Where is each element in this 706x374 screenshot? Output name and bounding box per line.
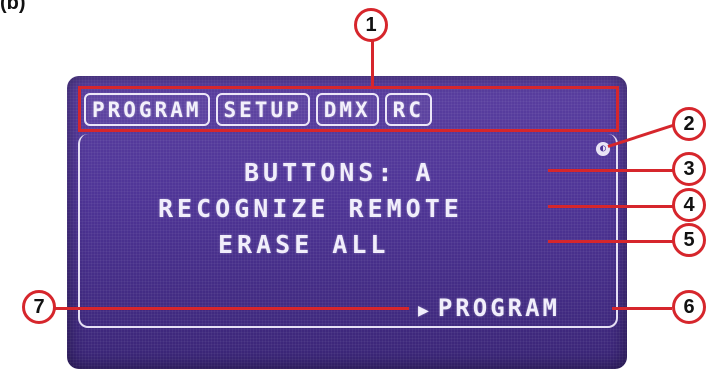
callout-5: 5 [672, 223, 706, 257]
leader-line-6 [612, 307, 672, 310]
callout-3: 3 [672, 152, 706, 186]
leader-line-5 [548, 240, 673, 243]
tab-bar-highlight [78, 86, 619, 132]
callout-7: 7 [22, 290, 56, 324]
program-action-label: PROGRAM [437, 294, 560, 322]
leader-line-1 [371, 40, 374, 86]
program-action[interactable]: ▶ PROGRAM [418, 294, 560, 322]
selection-arrow-icon: ▶ [418, 300, 432, 321]
callout-2: 2 [672, 107, 706, 141]
figure-label: (b) [0, 0, 26, 14]
callout-6: 6 [672, 290, 706, 324]
leader-line-7 [54, 307, 409, 310]
menu-item-buttons[interactable]: BUTTONS: A [244, 158, 435, 187]
menu-item-erase-all[interactable]: ERASE ALL [218, 230, 389, 259]
callout-4: 4 [672, 188, 706, 222]
leader-line-4 [548, 205, 673, 208]
menu-item-recognize-remote[interactable]: RECOGNIZE REMOTE [158, 194, 463, 223]
leader-line-3 [548, 169, 673, 172]
callout-1: 1 [354, 8, 388, 42]
